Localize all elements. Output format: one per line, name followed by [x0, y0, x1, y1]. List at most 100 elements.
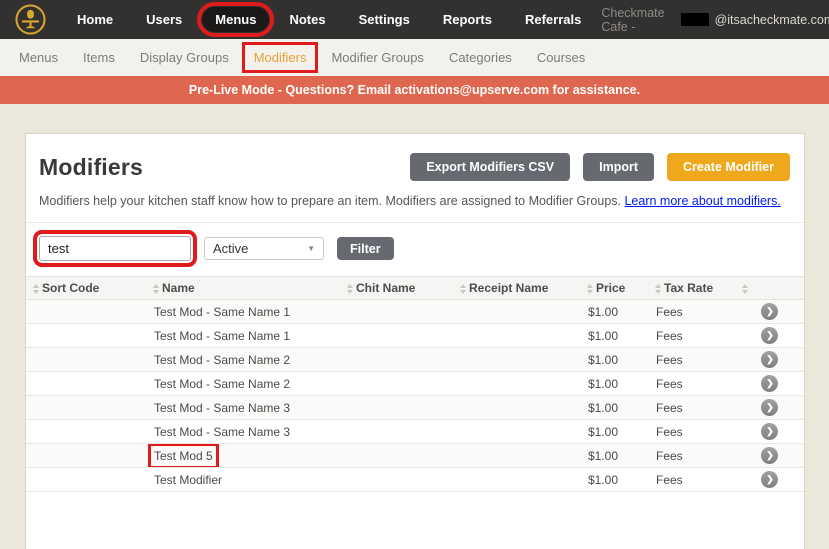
cell-sort-code	[26, 468, 146, 492]
cell-chit-name	[340, 396, 453, 420]
export-modifiers-csv-button[interactable]: Export Modifiers CSV	[410, 153, 570, 181]
table-row[interactable]: Test Mod - Same Name 1 $1.00 Fees ❯	[26, 300, 804, 324]
column-header-actions[interactable]	[735, 277, 804, 300]
modifiers-table-body: Test Mod - Same Name 1 $1.00 Fees ❯ Test…	[26, 300, 804, 492]
cell-name: Test Mod - Same Name 1	[146, 300, 340, 324]
cell-price: $1.00	[580, 300, 648, 324]
search-input[interactable]	[39, 236, 191, 261]
table-row[interactable]: Test Mod - Same Name 3 $1.00 Fees ❯	[26, 396, 804, 420]
cell-actions: ❯	[735, 468, 804, 492]
cell-price: $1.00	[580, 324, 648, 348]
table-row[interactable]: Test Mod - Same Name 1 $1.00 Fees ❯	[26, 324, 804, 348]
status-select-value: Active	[213, 241, 248, 256]
nav-item-users[interactable]: Users	[133, 7, 195, 32]
chevron-right-icon: ❯	[766, 331, 774, 340]
cell-receipt-name	[453, 324, 580, 348]
table-row[interactable]: Test Mod - Same Name 3 $1.00 Fees ❯	[26, 420, 804, 444]
column-header-receipt-name[interactable]: Receipt Name	[453, 277, 580, 300]
cell-sort-code	[26, 444, 146, 468]
nav-item-menus[interactable]: Menus	[202, 7, 269, 32]
cell-receipt-name	[453, 372, 580, 396]
modifiers-card: Modifiers Export Modifiers CSV Import Cr…	[25, 133, 805, 549]
nav-item-reports[interactable]: Reports	[430, 7, 505, 32]
table-row[interactable]: Test Mod - Same Name 2 $1.00 Fees ❯	[26, 348, 804, 372]
account-info: Checkmate Cafe - @itsacheckmate.com - Lo…	[601, 6, 829, 34]
row-detail-chevron-button[interactable]: ❯	[761, 327, 778, 344]
cell-receipt-name	[453, 348, 580, 372]
import-button[interactable]: Import	[583, 153, 654, 181]
nav-item-notes[interactable]: Notes	[276, 7, 338, 32]
cell-chit-name	[340, 468, 453, 492]
column-header-sort-code[interactable]: Sort Code	[26, 277, 146, 300]
table-row[interactable]: Test Mod - Same Name 2 $1.00 Fees ❯	[26, 372, 804, 396]
cell-tax-rate: Fees	[648, 348, 735, 372]
cell-name: Test Mod 5	[146, 444, 340, 468]
prelive-banner: Pre-Live Mode - Questions? Email activat…	[0, 76, 829, 104]
column-header-tax-rate[interactable]: Tax Rate	[648, 277, 735, 300]
cell-tax-rate: Fees	[648, 396, 735, 420]
cell-receipt-name	[453, 444, 580, 468]
create-modifier-button[interactable]: Create Modifier	[667, 153, 790, 181]
row-detail-chevron-button[interactable]: ❯	[761, 351, 778, 368]
subnav-item-menus[interactable]: Menus	[10, 45, 67, 70]
subnav-item-modifiers[interactable]: Modifiers	[245, 45, 316, 70]
cell-chit-name	[340, 420, 453, 444]
cell-tax-rate: Fees	[648, 300, 735, 324]
chevron-right-icon: ❯	[766, 355, 774, 364]
redacted-username	[681, 13, 709, 26]
nav-item-referrals[interactable]: Referrals	[512, 7, 594, 32]
table-header-row: Sort Code Name Chit Name Receipt Name Pr…	[26, 277, 804, 300]
cell-price: $1.00	[580, 420, 648, 444]
filter-button[interactable]: Filter	[337, 237, 394, 260]
subnav-item-modifier-groups[interactable]: Modifier Groups	[322, 45, 432, 70]
cell-sort-code	[26, 348, 146, 372]
nav-item-home[interactable]: Home	[64, 7, 126, 32]
subnav-item-courses[interactable]: Courses	[528, 45, 594, 70]
row-detail-chevron-button[interactable]: ❯	[761, 423, 778, 440]
row-detail-chevron-button[interactable]: ❯	[761, 447, 778, 464]
cell-chit-name	[340, 444, 453, 468]
nav-item-settings[interactable]: Settings	[346, 7, 423, 32]
page-description: Modifiers help your kitchen staff know h…	[39, 194, 790, 208]
cell-name: Test Mod - Same Name 3	[146, 396, 340, 420]
cell-actions: ❯	[735, 300, 804, 324]
learn-more-link[interactable]: Learn more about modifiers.	[624, 194, 780, 208]
brand-logo-icon[interactable]	[14, 3, 47, 36]
status-select[interactable]: Active ▼	[204, 237, 324, 260]
cell-receipt-name	[453, 420, 580, 444]
cell-name: Test Modifier	[146, 468, 340, 492]
account-email: @itsacheckmate.com	[715, 13, 829, 27]
filter-bar: Active ▼ Filter	[26, 223, 804, 276]
cell-actions: ❯	[735, 444, 804, 468]
row-detail-chevron-button[interactable]: ❯	[761, 471, 778, 488]
account-name: Checkmate Cafe -	[601, 6, 675, 34]
cell-sort-code	[26, 420, 146, 444]
sort-arrows-icon	[587, 284, 593, 294]
column-header-price[interactable]: Price	[580, 277, 648, 300]
page-title: Modifiers	[39, 154, 143, 181]
subnav-item-items[interactable]: Items	[74, 45, 124, 70]
cell-price: $1.00	[580, 468, 648, 492]
row-detail-chevron-button[interactable]: ❯	[761, 399, 778, 416]
table-row[interactable]: Test Modifier $1.00 Fees ❯	[26, 468, 804, 492]
subnav-item-display-groups[interactable]: Display Groups	[131, 45, 238, 70]
cell-receipt-name	[453, 300, 580, 324]
cell-name: Test Mod - Same Name 2	[146, 372, 340, 396]
table-row[interactable]: Test Mod 5 $1.00 Fees ❯	[26, 444, 804, 468]
cell-actions: ❯	[735, 396, 804, 420]
subnav-item-categories[interactable]: Categories	[440, 45, 521, 70]
cell-chit-name	[340, 348, 453, 372]
chevron-right-icon: ❯	[766, 403, 774, 412]
cell-sort-code	[26, 300, 146, 324]
row-detail-chevron-button[interactable]: ❯	[761, 303, 778, 320]
sub-nav: Menus Items Display Groups Modifiers Mod…	[0, 39, 829, 76]
cell-receipt-name	[453, 468, 580, 492]
modifiers-table: Sort Code Name Chit Name Receipt Name Pr…	[26, 276, 804, 492]
column-header-name[interactable]: Name	[146, 277, 340, 300]
column-header-chit-name[interactable]: Chit Name	[340, 277, 453, 300]
row-detail-chevron-button[interactable]: ❯	[761, 375, 778, 392]
sort-arrows-icon	[460, 284, 466, 294]
cell-tax-rate: Fees	[648, 468, 735, 492]
breadcrumb-logo	[14, 3, 47, 36]
sort-arrows-icon	[742, 284, 748, 294]
